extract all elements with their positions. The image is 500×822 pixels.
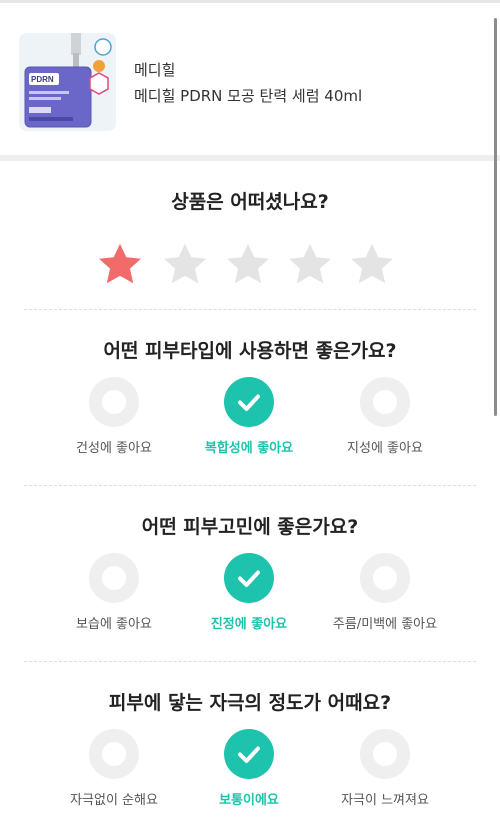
- star-3-icon[interactable]: [222, 239, 274, 291]
- product-name: 메디힐 PDRN 모공 탄력 세럼 40ml: [134, 87, 363, 105]
- option-gentle[interactable]: 자극없이 순해요: [54, 729, 174, 809]
- radio-circle-icon: [360, 553, 410, 603]
- dashed-divider: [24, 485, 476, 486]
- bottle-label: PDRN: [31, 75, 54, 84]
- option-combination-skin[interactable]: 복합성에 좋아요: [189, 377, 309, 457]
- check-circle-icon: [224, 377, 274, 427]
- skin-concern-question: 어떤 피부고민에 좋은가요?: [141, 516, 359, 538]
- option-dry-skin[interactable]: 건성에 좋아요: [54, 377, 174, 457]
- scrollbar[interactable]: [494, 18, 497, 416]
- section-divider: [0, 155, 500, 161]
- rating-question: 상품은 어떠셨나요?: [171, 191, 329, 213]
- star-5-icon[interactable]: [346, 239, 398, 291]
- option-irritating[interactable]: 자극이 느껴져요: [325, 729, 445, 809]
- option-label: 자극이 느껴져요: [341, 793, 429, 808]
- option-moisture[interactable]: 보습에 좋아요: [54, 553, 174, 633]
- radio-circle-icon: [89, 729, 139, 779]
- option-label: 지성에 좋아요: [347, 441, 423, 456]
- option-wrinkle-whitening[interactable]: 주름/미백에 좋아요: [325, 553, 445, 633]
- product-brand: 메디힐: [134, 61, 176, 79]
- skin-type-question: 어떤 피부타입에 사용하면 좋은가요?: [103, 340, 397, 362]
- radio-circle-icon: [89, 377, 139, 427]
- star-4-icon[interactable]: [284, 239, 336, 291]
- radio-circle-icon: [89, 553, 139, 603]
- star-1-icon[interactable]: [94, 239, 146, 291]
- irritation-question: 피부에 닿는 자극의 정도가 어때요?: [108, 692, 392, 714]
- radio-circle-icon: [360, 377, 410, 427]
- check-circle-icon: [224, 729, 274, 779]
- dashed-divider: [24, 309, 476, 310]
- option-label: 주름/미백에 좋아요: [332, 617, 438, 632]
- option-soothing[interactable]: 진정에 좋아요: [189, 553, 309, 633]
- star-2-icon[interactable]: [159, 239, 211, 291]
- product-image: PDRN: [19, 33, 116, 131]
- check-circle-icon: [224, 553, 274, 603]
- dashed-divider: [24, 661, 476, 662]
- product-summary: PDRN 메디힐 메디힐 PDRN 모공 탄력 세럼 40ml: [0, 3, 500, 155]
- option-normal[interactable]: 보통이에요: [189, 729, 309, 809]
- radio-circle-icon: [360, 729, 410, 779]
- star-rating: [94, 239, 406, 291]
- option-oily-skin[interactable]: 지성에 좋아요: [325, 377, 445, 457]
